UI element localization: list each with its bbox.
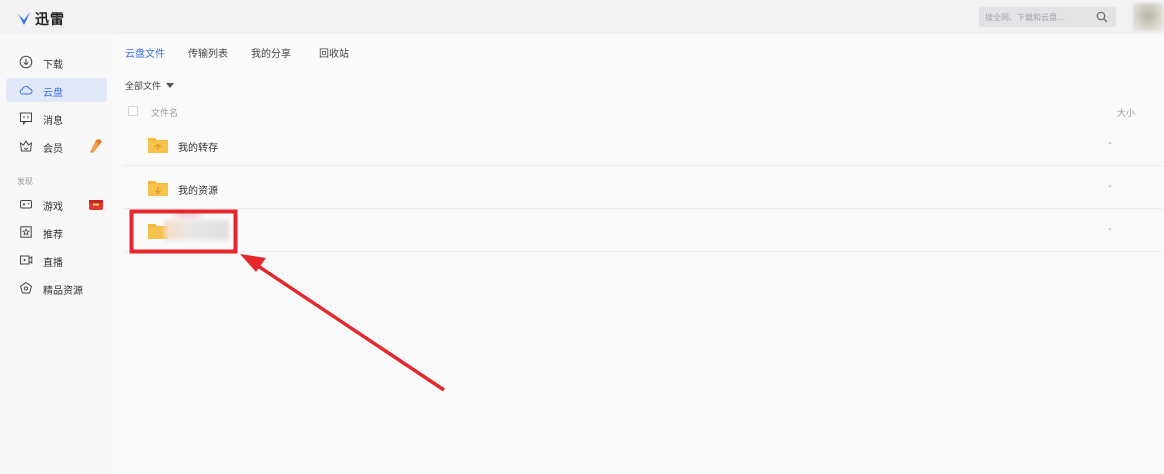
highlight-box <box>129 209 238 254</box>
annotation-arrow-shaft <box>251 260 445 392</box>
annotation-overlay <box>129 209 445 392</box>
